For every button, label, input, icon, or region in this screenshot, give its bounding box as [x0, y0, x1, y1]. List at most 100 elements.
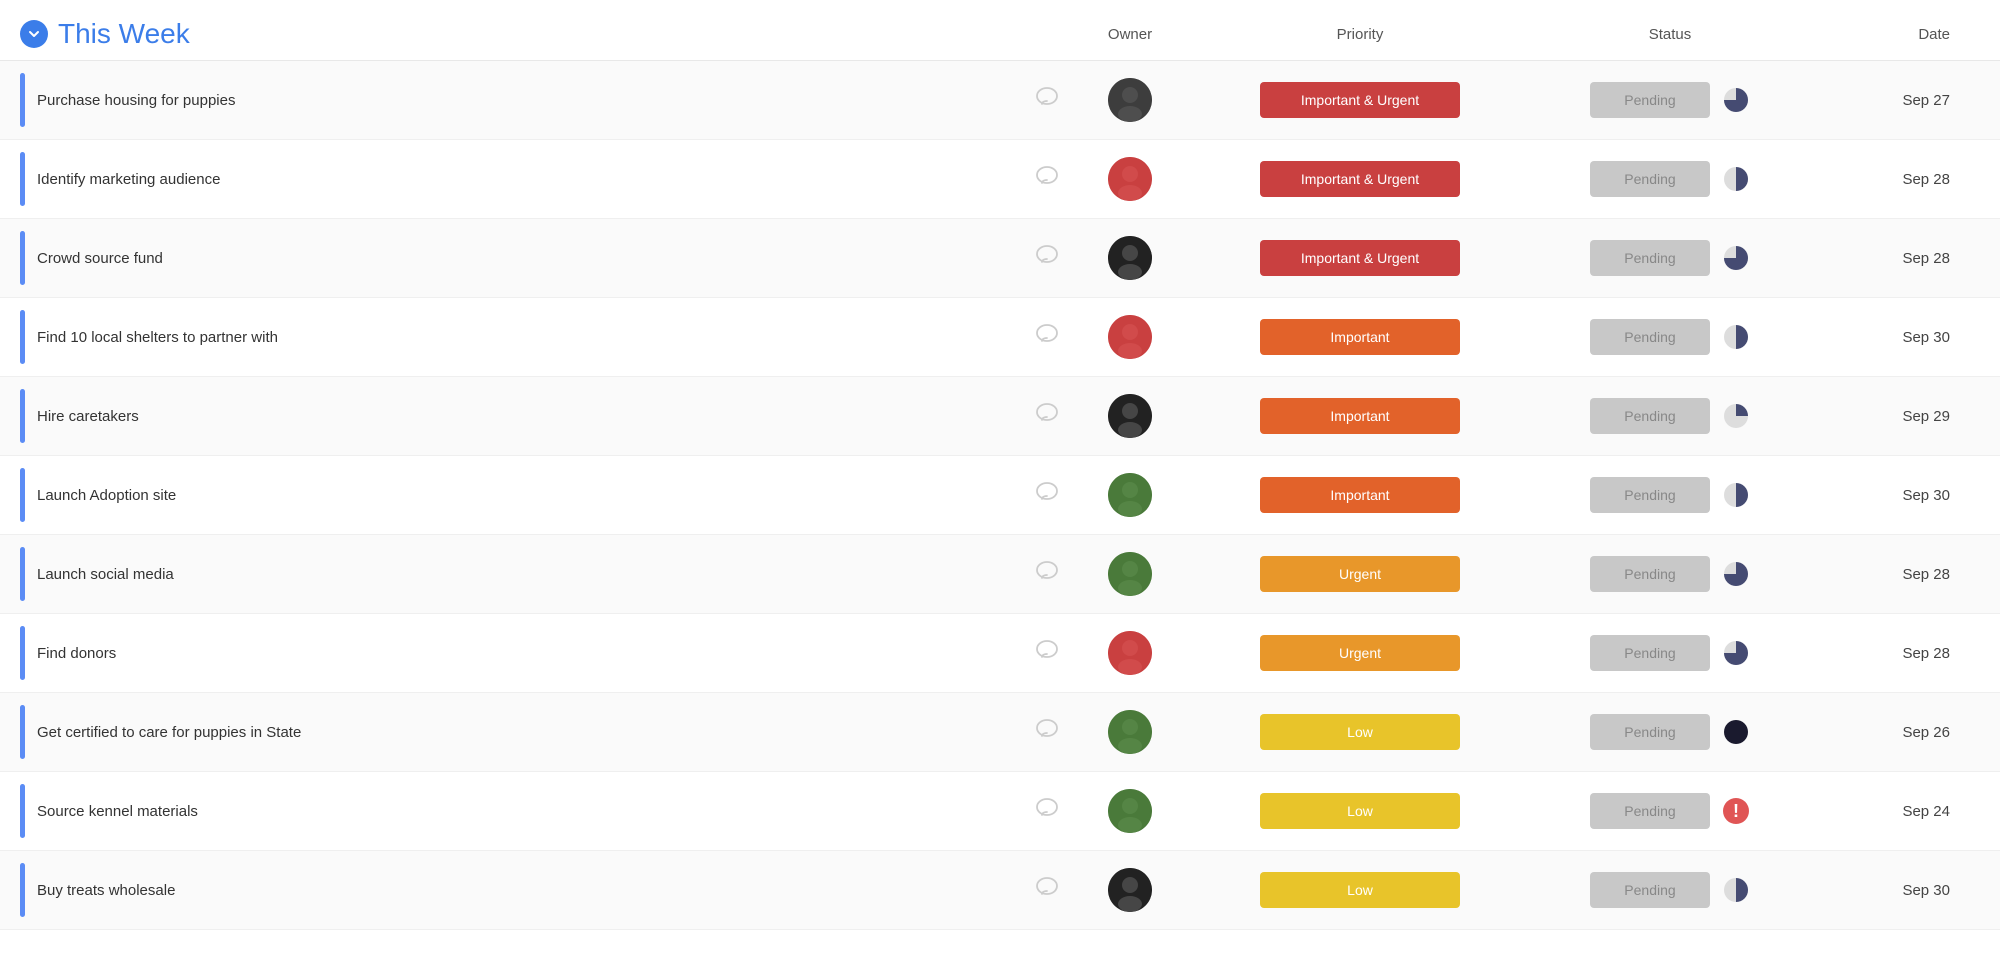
task-bar: [20, 547, 25, 601]
date-cell: Sep 30: [1820, 329, 1980, 346]
task-left: Crowd source fund: [20, 219, 1060, 297]
task-list: Purchase housing for puppies Important &…: [0, 61, 2000, 930]
owner-cell: [1060, 710, 1200, 754]
task-bar: [20, 389, 25, 443]
priority-badge: Low: [1260, 872, 1460, 908]
col-header-status: Status: [1520, 26, 1820, 43]
comment-icon[interactable]: [1034, 637, 1060, 669]
status-badge: Pending: [1590, 872, 1710, 908]
comment-icon[interactable]: [1034, 84, 1060, 116]
task-bar: [20, 231, 25, 285]
priority-cell[interactable]: Low: [1200, 872, 1520, 908]
progress-icon[interactable]: [1722, 718, 1750, 746]
priority-badge: Low: [1260, 793, 1460, 829]
priority-cell[interactable]: Urgent: [1200, 556, 1520, 592]
table-row: Purchase housing for puppies Important &…: [0, 61, 2000, 140]
owner-cell: [1060, 78, 1200, 122]
priority-cell[interactable]: Low: [1200, 793, 1520, 829]
status-cell: Pending: [1520, 82, 1820, 118]
date-cell: Sep 30: [1820, 487, 1980, 504]
date-cell: Sep 28: [1820, 645, 1980, 662]
comment-icon[interactable]: [1034, 321, 1060, 353]
col-header-date: Date: [1820, 26, 1980, 43]
status-cell: Pending !: [1520, 793, 1820, 829]
progress-icon[interactable]: [1722, 165, 1750, 193]
progress-icon[interactable]: [1722, 323, 1750, 351]
task-bar: [20, 863, 25, 917]
table-row: Launch social media Urgent Pending: [0, 535, 2000, 614]
date-cell: Sep 30: [1820, 882, 1980, 899]
progress-icon[interactable]: [1722, 876, 1750, 904]
progress-icon[interactable]: [1722, 86, 1750, 114]
comment-icon[interactable]: [1034, 795, 1060, 827]
owner-cell: [1060, 473, 1200, 517]
priority-cell[interactable]: Important: [1200, 477, 1520, 513]
task-left: Launch social media: [20, 535, 1060, 613]
progress-icon[interactable]: [1722, 639, 1750, 667]
priority-cell[interactable]: Low: [1200, 714, 1520, 750]
comment-icon[interactable]: [1034, 242, 1060, 274]
priority-cell[interactable]: Important & Urgent: [1200, 82, 1520, 118]
chevron-icon[interactable]: [20, 20, 48, 48]
comment-icon[interactable]: [1034, 479, 1060, 511]
comment-icon[interactable]: [1034, 400, 1060, 432]
owner-cell: [1060, 789, 1200, 833]
progress-icon[interactable]: [1722, 244, 1750, 272]
priority-cell[interactable]: Important & Urgent: [1200, 240, 1520, 276]
table-row: Get certified to care for puppies in Sta…: [0, 693, 2000, 772]
priority-badge: Important: [1260, 477, 1460, 513]
status-cell: Pending: [1520, 319, 1820, 355]
status-badge: Pending: [1590, 793, 1710, 829]
comment-icon[interactable]: [1034, 716, 1060, 748]
task-name: Get certified to care for puppies in Sta…: [37, 724, 1012, 741]
comment-icon[interactable]: [1034, 874, 1060, 906]
date-cell: Sep 26: [1820, 724, 1980, 741]
table-row: Identify marketing audience Important & …: [0, 140, 2000, 219]
owner-cell: [1060, 552, 1200, 596]
owner-cell: [1060, 394, 1200, 438]
priority-badge: Important: [1260, 398, 1460, 434]
task-left: Get certified to care for puppies in Sta…: [20, 693, 1060, 771]
status-cell: Pending: [1520, 872, 1820, 908]
owner-cell: [1060, 315, 1200, 359]
progress-icon[interactable]: !: [1722, 797, 1750, 825]
status-cell: Pending: [1520, 240, 1820, 276]
date-cell: Sep 28: [1820, 171, 1980, 188]
table-row: Find donors Urgent Pending Sep 28: [0, 614, 2000, 693]
task-name: Identify marketing audience: [37, 171, 1012, 188]
priority-cell[interactable]: Important: [1200, 398, 1520, 434]
progress-icon[interactable]: [1722, 481, 1750, 509]
task-left: Hire caretakers: [20, 377, 1060, 455]
main-container: This Week Owner Priority Status Date Pur…: [0, 0, 2000, 960]
date-cell: Sep 27: [1820, 92, 1980, 109]
task-name: Launch social media: [37, 566, 1012, 583]
date-cell: Sep 24: [1820, 803, 1980, 820]
header-title-area: This Week: [20, 18, 1060, 50]
header-row: This Week Owner Priority Status Date: [0, 0, 2000, 61]
status-cell: Pending: [1520, 398, 1820, 434]
priority-cell[interactable]: Urgent: [1200, 635, 1520, 671]
status-cell: Pending: [1520, 556, 1820, 592]
priority-cell[interactable]: Important: [1200, 319, 1520, 355]
comment-icon[interactable]: [1034, 558, 1060, 590]
comment-icon[interactable]: [1034, 163, 1060, 195]
priority-cell[interactable]: Important & Urgent: [1200, 161, 1520, 197]
priority-badge: Urgent: [1260, 635, 1460, 671]
task-name: Source kennel materials: [37, 803, 1012, 820]
progress-icon[interactable]: [1722, 402, 1750, 430]
task-bar: [20, 152, 25, 206]
priority-badge: Urgent: [1260, 556, 1460, 592]
section-title: This Week: [58, 18, 190, 50]
status-badge: Pending: [1590, 82, 1710, 118]
task-left: Buy treats wholesale: [20, 851, 1060, 929]
status-cell: Pending: [1520, 635, 1820, 671]
table-row: Crowd source fund Important & Urgent Pen…: [0, 219, 2000, 298]
status-badge: Pending: [1590, 240, 1710, 276]
owner-cell: [1060, 157, 1200, 201]
status-badge: Pending: [1590, 161, 1710, 197]
svg-text:!: !: [1733, 801, 1739, 821]
task-bar: [20, 310, 25, 364]
progress-icon[interactable]: [1722, 560, 1750, 588]
col-header-priority: Priority: [1200, 26, 1520, 43]
status-badge: Pending: [1590, 635, 1710, 671]
